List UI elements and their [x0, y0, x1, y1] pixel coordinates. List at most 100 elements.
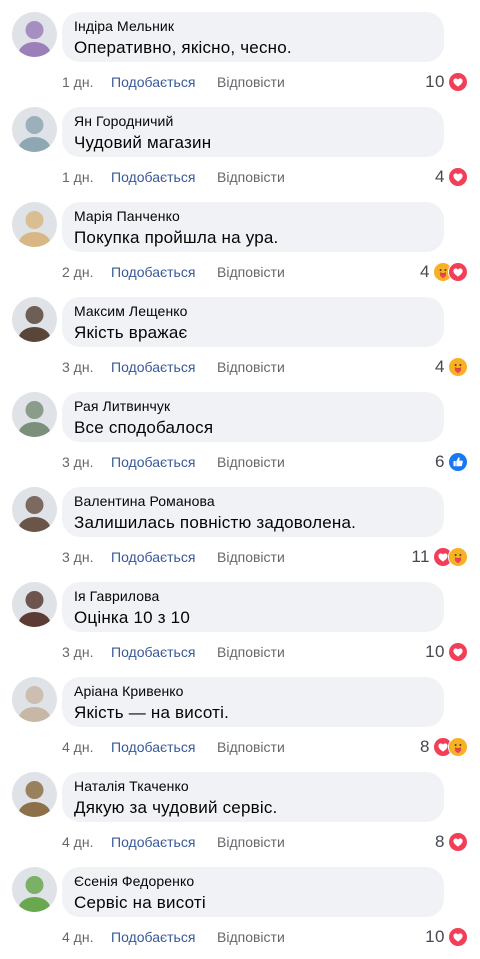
care-hug-reaction-icon	[448, 737, 468, 757]
reaction-icons	[448, 927, 468, 947]
comment-author[interactable]: Наталія Ткаченко	[74, 778, 432, 795]
comment-author[interactable]: Максим Лещенко	[74, 303, 432, 320]
reaction-count: 10	[425, 927, 445, 946]
like-button[interactable]: Подобається	[111, 452, 195, 472]
reaction-count: 4	[435, 167, 445, 186]
comment-author[interactable]: Аріана Кривенко	[74, 683, 432, 700]
comment-time[interactable]: 1 дн.	[62, 167, 93, 187]
comment-time[interactable]: 3 дн.	[62, 357, 93, 377]
comment-author[interactable]: Єсенія Федоренко	[74, 873, 432, 890]
comments-list: Індіра Мельник Оперативно, якісно, чесно…	[0, 0, 480, 950]
comment: Індіра Мельник Оперативно, якісно, чесно…	[0, 0, 480, 95]
comment-time[interactable]: 3 дн.	[62, 452, 93, 472]
like-button[interactable]: Подобається	[111, 357, 195, 377]
like-button[interactable]: Подобається	[111, 737, 195, 757]
comment: Ія Гаврилова Оцінка 10 з 10 3 дн. Подоба…	[0, 570, 480, 665]
heart-reaction-icon	[448, 642, 468, 662]
reply-button[interactable]: Відповісти	[217, 737, 285, 757]
reply-button[interactable]: Відповісти	[217, 357, 285, 377]
comment-text: Якість — на висоті.	[74, 703, 230, 722]
reactions-summary[interactable]: 4	[420, 261, 468, 283]
comment-bubble: Ія Гаврилова Оцінка 10 з 10	[62, 582, 444, 632]
avatar[interactable]	[12, 772, 57, 817]
reactions-summary[interactable]: 8	[420, 736, 468, 758]
comment: Рая Литвинчук Все сподобалося 3 дн. Подо…	[0, 380, 480, 475]
reply-button[interactable]: Відповісти	[217, 72, 285, 92]
reply-button[interactable]: Відповісти	[217, 547, 285, 567]
reaction-count: 10	[425, 72, 445, 91]
reply-button[interactable]: Відповісти	[217, 262, 285, 282]
avatar-image	[12, 582, 57, 627]
reactions-summary[interactable]: 4	[435, 356, 468, 378]
reaction-icons	[433, 547, 468, 567]
comment: Аріана Кривенко Якість — на висоті. 4 дн…	[0, 665, 480, 760]
comment-author[interactable]: Марія Панченко	[74, 208, 432, 225]
reactions-summary[interactable]: 4	[435, 166, 468, 188]
heart-reaction-icon	[448, 927, 468, 947]
care-hug-reaction-icon	[448, 547, 468, 567]
reaction-icons	[448, 642, 468, 662]
heart-reaction-icon	[448, 167, 468, 187]
comment-author[interactable]: Рая Литвинчук	[74, 398, 432, 415]
comment-bubble: Аріана Кривенко Якість — на висоті.	[62, 677, 444, 727]
reaction-count: 4	[435, 357, 445, 376]
comment-bubble: Індіра Мельник Оперативно, якісно, чесно…	[62, 12, 444, 62]
reactions-summary[interactable]: 10	[425, 926, 468, 948]
like-button[interactable]: Подобається	[111, 547, 195, 567]
comment-bubble: Ян Городничий Чудовий магазин	[62, 107, 444, 157]
reply-button[interactable]: Відповісти	[217, 927, 285, 947]
avatar-image	[12, 12, 57, 57]
comment-author[interactable]: Індіра Мельник	[74, 18, 432, 35]
reply-button[interactable]: Відповісти	[217, 832, 285, 852]
comment-text: Дякую за чудовий сервіс.	[74, 798, 278, 817]
avatar[interactable]	[12, 677, 57, 722]
comment-time[interactable]: 3 дн.	[62, 547, 93, 567]
like-button[interactable]: Подобається	[111, 832, 195, 852]
comment-text: Оцінка 10 з 10	[74, 608, 190, 627]
comment-text: Покупка пройшла на ура.	[74, 228, 279, 247]
reaction-icons	[448, 832, 468, 852]
reactions-summary[interactable]: 11	[411, 546, 468, 568]
like-button[interactable]: Подобається	[111, 642, 195, 662]
avatar[interactable]	[12, 487, 57, 532]
reply-button[interactable]: Відповісти	[217, 167, 285, 187]
like-button[interactable]: Подобається	[111, 167, 195, 187]
comment-time[interactable]: 3 дн.	[62, 642, 93, 662]
avatar[interactable]	[12, 202, 57, 247]
comment-time[interactable]: 4 дн.	[62, 832, 93, 852]
avatar-image	[12, 392, 57, 437]
comment-author[interactable]: Ян Городничий	[74, 113, 432, 130]
comment: Марія Панченко Покупка пройшла на ура. 2…	[0, 190, 480, 285]
comment-time[interactable]: 4 дн.	[62, 737, 93, 757]
comment-time[interactable]: 1 дн.	[62, 72, 93, 92]
comment-bubble: Рая Литвинчук Все сподобалося	[62, 392, 444, 442]
comment-time[interactable]: 4 дн.	[62, 927, 93, 947]
avatar-image	[12, 202, 57, 247]
heart-reaction-icon	[448, 832, 468, 852]
like-button[interactable]: Подобається	[111, 927, 195, 947]
reactions-summary[interactable]: 10	[425, 71, 468, 93]
reactions-summary[interactable]: 8	[435, 831, 468, 853]
avatar[interactable]	[12, 582, 57, 627]
comment-text: Сервіс на висоті	[74, 893, 206, 912]
reaction-icons	[433, 737, 468, 757]
like-button[interactable]: Подобається	[111, 262, 195, 282]
reactions-summary[interactable]: 10	[425, 641, 468, 663]
thumbs-up-reaction-icon	[448, 452, 468, 472]
avatar[interactable]	[12, 12, 57, 57]
avatar-image	[12, 677, 57, 722]
comment-time[interactable]: 2 дн.	[62, 262, 93, 282]
avatar[interactable]	[12, 297, 57, 342]
like-button[interactable]: Подобається	[111, 72, 195, 92]
comment-bubble: Максим Лещенко Якість вражає	[62, 297, 444, 347]
avatar[interactable]	[12, 392, 57, 437]
avatar[interactable]	[12, 867, 57, 912]
comment-text: Оперативно, якісно, чесно.	[74, 38, 292, 57]
comment-author[interactable]: Ія Гаврилова	[74, 588, 432, 605]
reply-button[interactable]: Відповісти	[217, 452, 285, 472]
reply-button[interactable]: Відповісти	[217, 642, 285, 662]
reactions-summary[interactable]: 6	[435, 451, 468, 473]
comment-author[interactable]: Валентина Романова	[74, 493, 432, 510]
reaction-count: 11	[411, 547, 430, 566]
avatar[interactable]	[12, 107, 57, 152]
